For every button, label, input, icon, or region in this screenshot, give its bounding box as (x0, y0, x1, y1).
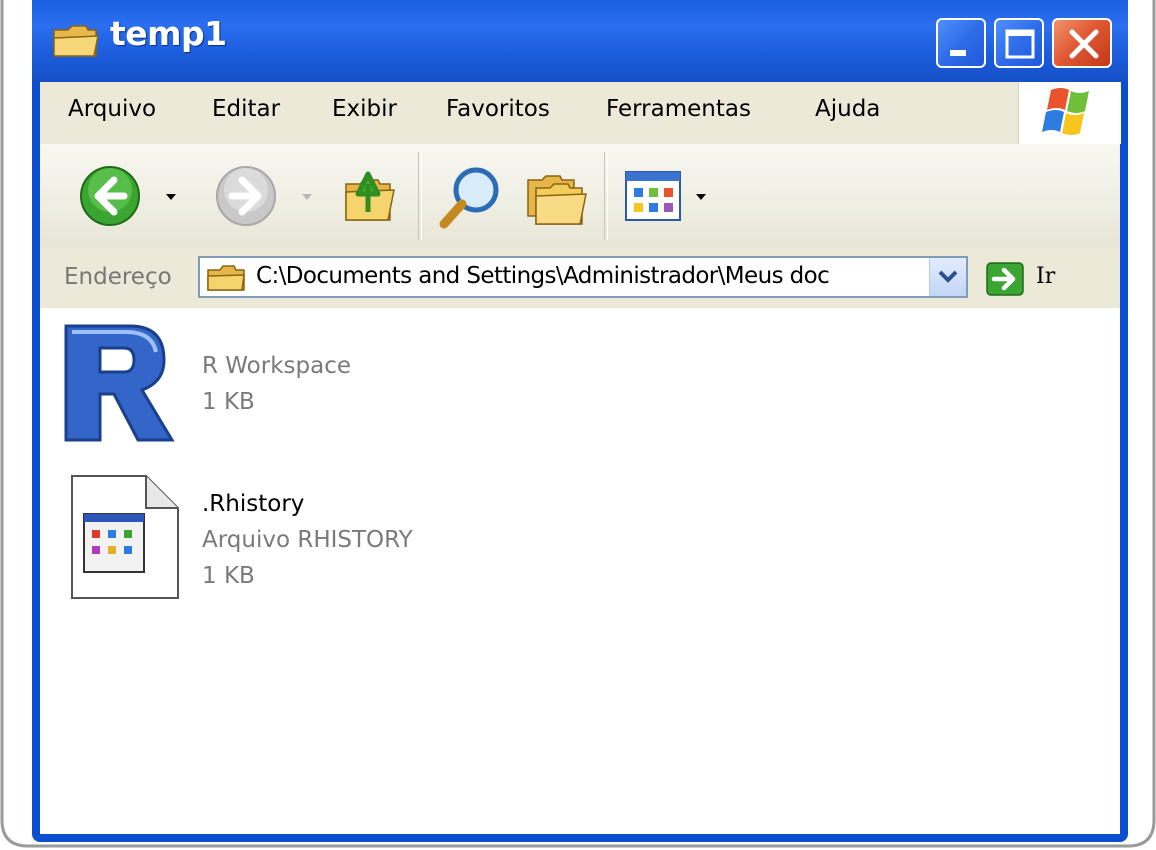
folder-icon (53, 25, 99, 57)
back-icon[interactable] (78, 164, 142, 228)
file-name: .Rhistory (202, 491, 305, 517)
maximize-button[interactable] (994, 18, 1044, 68)
file-type: Arquivo RHISTORY (202, 527, 413, 553)
menu-ferramentas[interactable]: Ferramentas (606, 96, 751, 122)
minimize-button[interactable] (936, 18, 986, 68)
menu-editar[interactable]: Editar (212, 96, 280, 122)
file-size: 1 KB (202, 389, 255, 415)
folders-icon[interactable] (524, 168, 588, 228)
windows-logo-box (1018, 82, 1121, 144)
up-folder-icon[interactable] (342, 162, 398, 226)
toolbar (40, 144, 1120, 249)
address-label: Endereço (64, 264, 172, 290)
menu-exibir[interactable]: Exibir (332, 96, 397, 122)
windows-logo-icon (1042, 88, 1089, 135)
list-item[interactable]: R Workspace 1 KB (60, 320, 480, 450)
file-type: R Workspace (202, 353, 352, 379)
minimize-icon (950, 50, 966, 56)
forward-dropdown-icon[interactable] (300, 192, 314, 202)
close-icon (1069, 29, 1099, 59)
address-bar: Endereço C:\Documents and Settings\Admin… (40, 248, 1120, 309)
address-input[interactable]: C:\Documents and Settings\Administrador\… (198, 256, 968, 298)
chevron-down-icon (938, 270, 958, 283)
go-arrow-icon[interactable] (986, 262, 1024, 296)
menu-ajuda[interactable]: Ajuda (815, 96, 880, 122)
window-client-area: Arquivo Editar Exibir Favoritos Ferramen… (40, 82, 1121, 834)
title-bar[interactable]: temp1 (32, 0, 1128, 82)
file-list: R Workspace 1 KB .Rhistory Arquivo RHIST… (40, 308, 1120, 834)
maximize-icon (1005, 29, 1035, 59)
folder-icon (207, 265, 245, 291)
forward-icon[interactable] (214, 164, 278, 228)
address-value: C:\Documents and Settings\Administrador\… (256, 263, 830, 289)
menu-favoritos[interactable]: Favoritos (446, 96, 550, 122)
close-button[interactable] (1052, 18, 1112, 68)
views-dropdown-icon[interactable] (694, 192, 708, 202)
back-dropdown-icon[interactable] (164, 192, 178, 202)
menu-arquivo[interactable]: Arquivo (68, 96, 156, 122)
text-file-icon (71, 475, 179, 599)
toolbar-separator (604, 152, 608, 240)
file-size: 1 KB (202, 563, 255, 589)
toolbar-separator (418, 152, 422, 240)
r-logo-icon (64, 324, 175, 442)
window-title: temp1 (110, 14, 227, 53)
list-item[interactable]: .Rhistory Arquivo RHISTORY 1 KB (60, 472, 480, 612)
menu-bar: Arquivo Editar Exibir Favoritos Ferramen… (40, 82, 1121, 145)
explorer-window: temp1 Arquivo Editar Exibir Favoritos Fe… (32, 0, 1128, 842)
go-button-label[interactable]: Ir (1036, 264, 1055, 289)
search-icon[interactable] (436, 162, 506, 232)
address-dropdown-button[interactable] (929, 258, 966, 296)
views-icon[interactable] (624, 170, 688, 224)
